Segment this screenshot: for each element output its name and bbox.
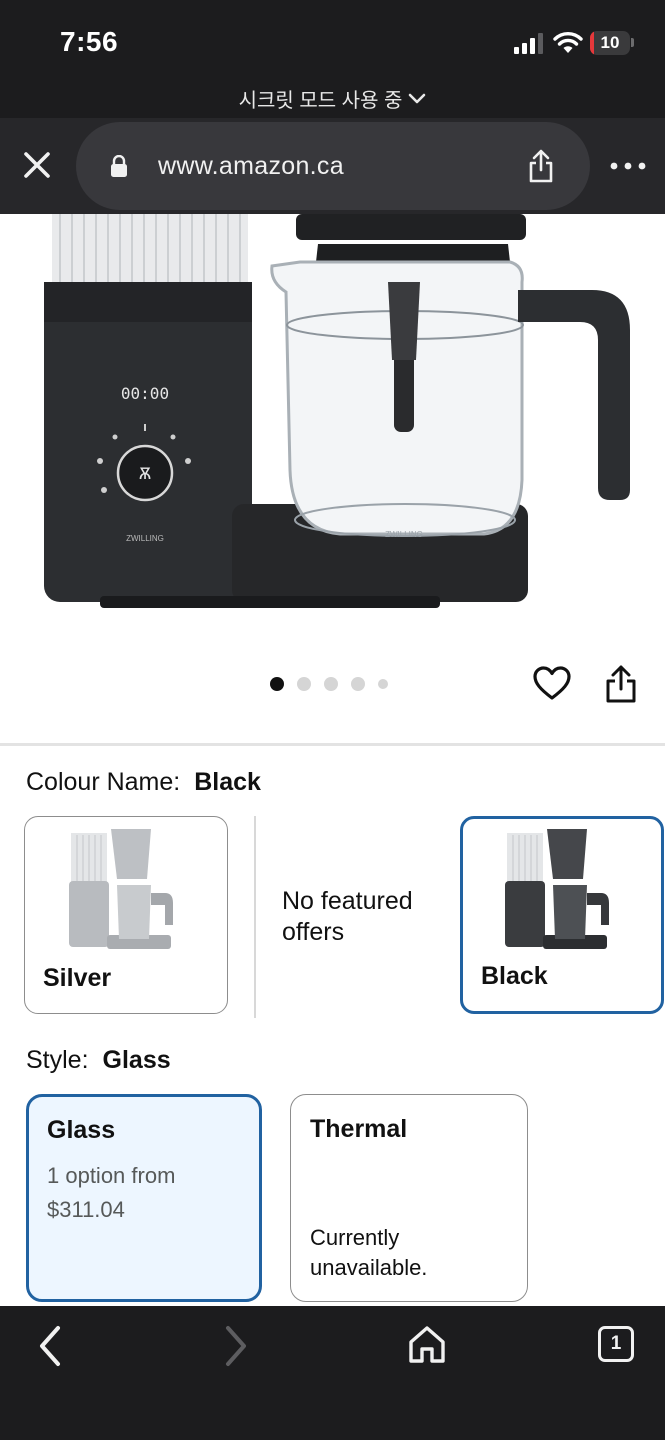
style-option-name: Thermal <box>310 1115 408 1143</box>
browser-toolbar: www.amazon.ca <box>0 118 665 214</box>
pager-dot[interactable] <box>270 677 284 691</box>
style-option-unavailable: Currently unavailable. <box>310 1223 427 1283</box>
product-image[interactable]: 00:00 Ѫ ZWILLING ZWILLING <box>0 214 665 654</box>
clock: 7:56 <box>60 26 119 57</box>
section-divider <box>0 743 665 746</box>
style-selected-value: Glass <box>102 1046 171 1074</box>
pager-dot[interactable] <box>297 677 311 691</box>
style-label: Style: <box>26 1046 89 1074</box>
coffee-maker-image: 00:00 Ѫ ZWILLING ZWILLING <box>44 214 630 608</box>
home-icon[interactable] <box>406 1324 448 1366</box>
share-icon[interactable] <box>604 664 638 704</box>
svg-text:ZWILLING: ZWILLING <box>126 534 164 543</box>
tabs-button[interactable]: 1 <box>598 1326 634 1362</box>
style-option-availability: 1 option from <box>47 1163 176 1188</box>
style-option-glass[interactable]: Glass 1 option from $311.04 <box>26 1094 262 1302</box>
address-bar[interactable]: www.amazon.ca <box>76 122 590 210</box>
wifi-icon <box>553 32 583 53</box>
heart-icon[interactable] <box>532 664 572 704</box>
incognito-text: 시크릿 모드 사용 중 <box>238 90 403 112</box>
browser-bottom-toolbar: 1 <box>0 1306 665 1440</box>
style-option-price: $311.04 <box>47 1197 125 1222</box>
more-icon[interactable] <box>608 156 648 176</box>
cellular-signal-icon <box>514 33 543 54</box>
style-option-detail: 1 option from $311.04 <box>47 1159 175 1227</box>
colour-selected-value: Black <box>194 768 261 796</box>
unavailable-line-1: Currently <box>310 1225 400 1250</box>
unavailable-line-2: unavailable. <box>310 1255 428 1280</box>
colour-label: Colour Name: <box>26 768 181 796</box>
style-heading: Style: Glass <box>26 1046 171 1075</box>
url-text: www.amazon.ca <box>158 152 344 180</box>
back-icon[interactable] <box>30 1322 70 1370</box>
pager-dot[interactable] <box>378 679 388 689</box>
svg-text:00:00: 00:00 <box>121 384 169 403</box>
lock-icon <box>111 155 127 177</box>
colour-option-label: Silver <box>43 964 112 992</box>
battery-level: 10 <box>600 33 620 52</box>
colour-option-label: Black <box>481 962 548 990</box>
svg-text:Ѫ: Ѫ <box>139 464 152 483</box>
chevron-down-icon <box>409 93 426 103</box>
colour-option-black[interactable]: Black <box>460 816 664 1014</box>
battery-icon: 10 <box>590 31 630 55</box>
battery-nub <box>631 38 634 47</box>
colour-heading: Colour Name: Black <box>26 768 261 797</box>
image-pager[interactable] <box>270 677 388 691</box>
incognito-banner[interactable]: 시크릿 모드 사용 중 <box>0 78 665 118</box>
style-option-thermal[interactable]: Thermal Currently unavailable. <box>290 1094 528 1302</box>
no-featured-offers-text: No featured offers <box>282 887 413 946</box>
pager-dot[interactable] <box>324 677 338 691</box>
forward-icon[interactable] <box>216 1322 256 1370</box>
silver-coffee-maker-thumbnail <box>69 829 173 949</box>
black-coffee-maker-thumbnail <box>505 829 609 949</box>
status-bar: 7:56 10 <box>0 0 665 78</box>
share-icon[interactable] <box>526 148 556 184</box>
pager-dot[interactable] <box>351 677 365 691</box>
style-option-name: Glass <box>47 1116 116 1144</box>
colour-option-silver[interactable]: Silver <box>24 816 228 1014</box>
svg-text:ZWILLING: ZWILLING <box>385 530 423 539</box>
option-separator <box>254 816 256 1018</box>
close-icon[interactable] <box>18 146 56 184</box>
